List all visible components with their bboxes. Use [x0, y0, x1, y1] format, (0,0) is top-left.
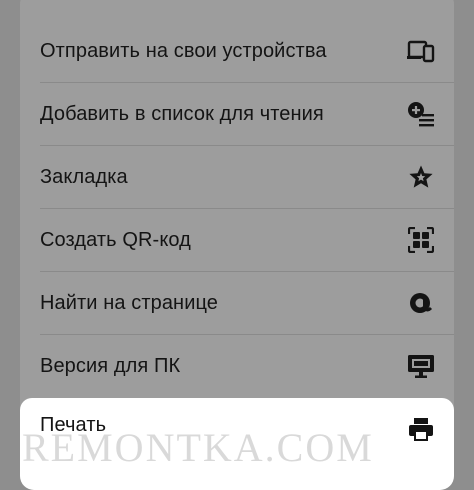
- menu-item-label: Печать: [40, 414, 107, 436]
- menu-item-create-qr-code[interactable]: Создать QR-код: [20, 209, 454, 271]
- print-icon: [406, 414, 436, 444]
- menu-item-desktop-version[interactable]: Версия для ПК: [20, 335, 454, 397]
- menu-item-find-in-page[interactable]: Найти на странице: [20, 272, 454, 334]
- menu-item-label: Закладка: [40, 165, 128, 188]
- qr-code-icon: [406, 225, 436, 255]
- menu-item-label: Отправить на свои устройства: [40, 39, 327, 62]
- share-menu-sheet: Отправить на свои устройства Добавить в …: [20, 0, 454, 490]
- menu-item-label: Версия для ПК: [40, 354, 181, 377]
- menu-item-bookmark[interactable]: Закладка: [20, 146, 454, 208]
- bookmark-star-icon: [406, 162, 436, 192]
- send-to-devices-icon: [406, 36, 436, 66]
- menu-item-send-to-devices[interactable]: Отправить на свои устройства: [20, 20, 454, 82]
- desktop-site-icon: [406, 351, 436, 381]
- menu-item-label: Добавить в список для чтения: [40, 102, 324, 125]
- menu-item-add-to-reading-list[interactable]: Добавить в список для чтения: [20, 83, 454, 145]
- menu-item-print[interactable]: Печать: [20, 398, 454, 490]
- reading-list-add-icon: [406, 99, 436, 129]
- menu-item-label: Создать QR-код: [40, 228, 191, 251]
- menu-item-label: Найти на странице: [40, 291, 219, 314]
- find-in-page-icon: [406, 288, 436, 318]
